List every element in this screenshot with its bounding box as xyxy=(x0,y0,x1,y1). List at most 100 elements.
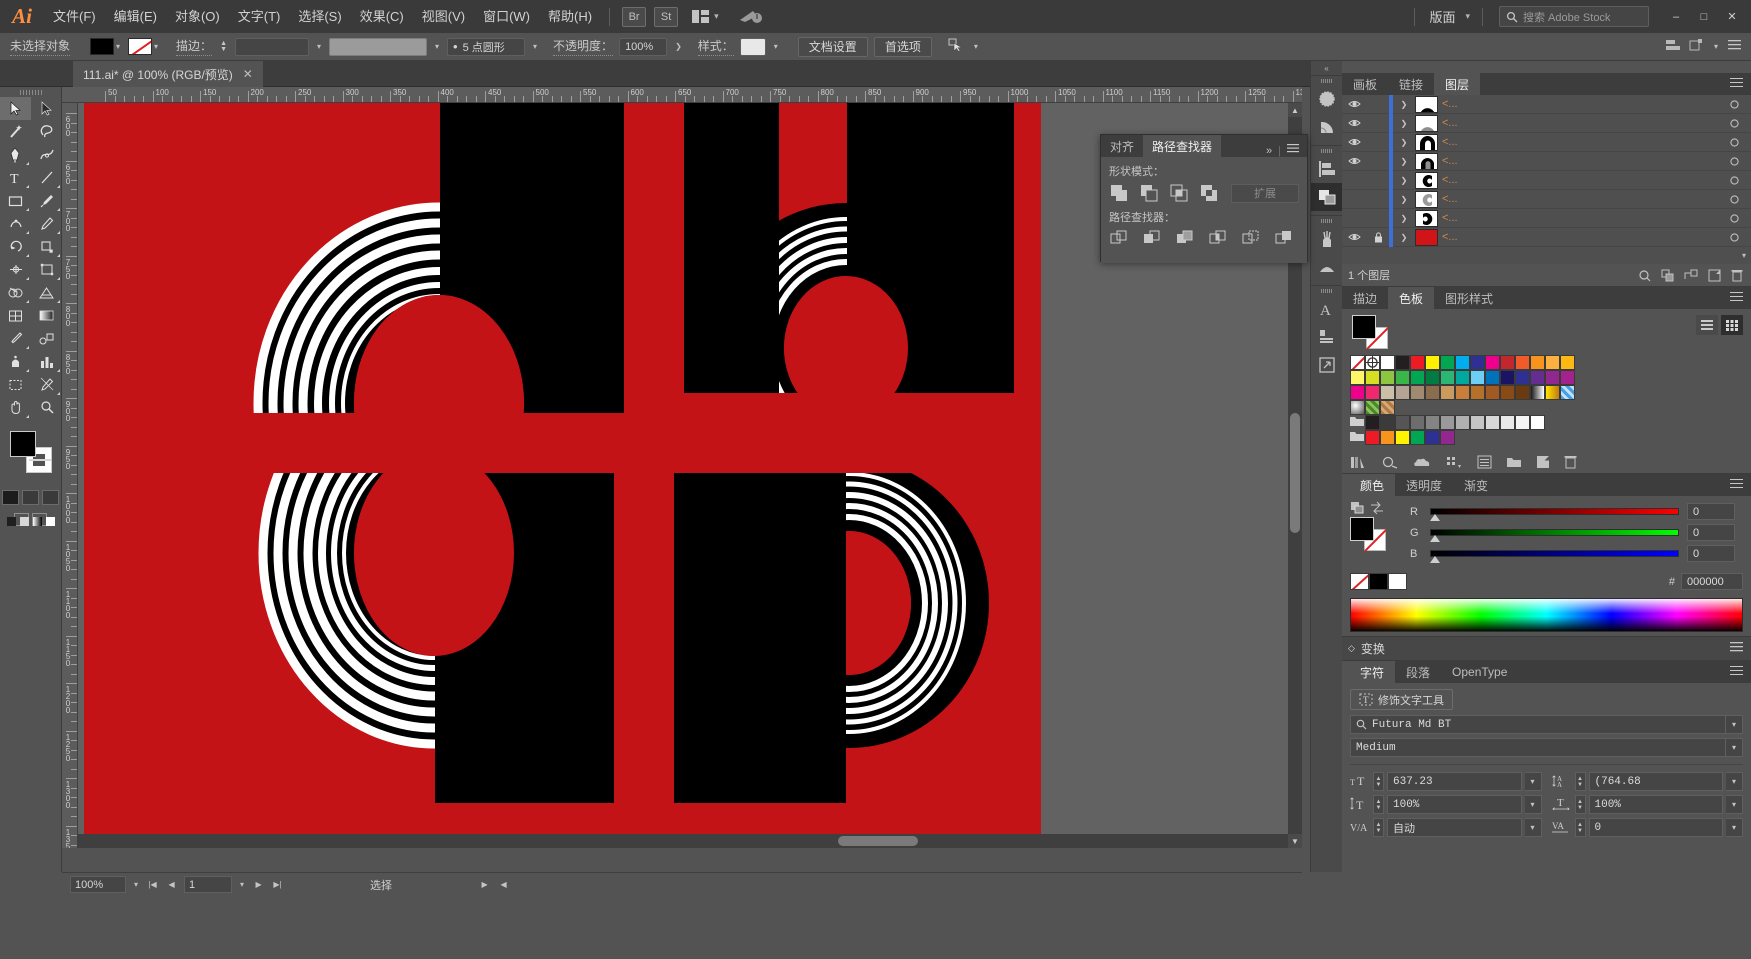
horizontal-ruler[interactable]: 50 100 150 200 250 300 350 400 450 500 550 600 650 70… xyxy=(62,87,1302,103)
show-kinds-icon[interactable] xyxy=(1446,455,1463,469)
slice-tool[interactable] xyxy=(31,373,62,396)
menu-help[interactable]: 帮助(H) xyxy=(539,0,601,33)
swatch-cell[interactable] xyxy=(1545,385,1560,400)
swatch-cell[interactable] xyxy=(1485,370,1500,385)
swatch-cell[interactable] xyxy=(1380,400,1395,415)
width-tool[interactable] xyxy=(0,258,31,281)
layer-name[interactable]: <... xyxy=(1442,231,1717,243)
layer-row[interactable]: ❯ <... xyxy=(1342,113,1751,133)
divide-button[interactable] xyxy=(1109,229,1129,249)
direct-selection-tool[interactable] xyxy=(31,97,62,120)
zoom-level-select[interactable]: 100% xyxy=(70,876,126,893)
swatch-cell[interactable] xyxy=(1440,370,1455,385)
swatch-cell[interactable] xyxy=(1365,385,1380,400)
menu-type[interactable]: 文字(T) xyxy=(229,0,290,33)
gradient-panel-icon[interactable] xyxy=(1311,253,1343,281)
vertical-scale-input[interactable]: 100% xyxy=(1387,795,1522,814)
exclude-button[interactable] xyxy=(1199,183,1219,203)
layers-panel-menu-icon[interactable] xyxy=(1730,78,1743,90)
swatch-cell[interactable] xyxy=(1500,415,1515,430)
tracking-chevron-down-icon[interactable]: ▾ xyxy=(1726,818,1743,837)
swatch-cell[interactable] xyxy=(1350,355,1365,370)
tab-swatches[interactable]: 色板 xyxy=(1388,287,1435,309)
layer-name[interactable]: <... xyxy=(1442,117,1717,129)
layers-scroll-down-arrow[interactable]: ▾ xyxy=(1342,247,1751,264)
workspace-chevron-down-icon[interactable]: ▾ xyxy=(1465,11,1470,22)
pathfinder-panel-menu-icon[interactable] xyxy=(1287,144,1299,157)
swatch-cell[interactable] xyxy=(1410,355,1425,370)
stock-search-input[interactable]: 搜索 Adobe Stock xyxy=(1499,6,1649,27)
menu-object[interactable]: 对象(O) xyxy=(166,0,229,33)
align-panel-icon[interactable] xyxy=(1665,39,1681,55)
vertical-scale-stepper[interactable]: ▲ ▼ xyxy=(1373,795,1384,814)
artboard-chevron-down-icon[interactable]: ▾ xyxy=(240,880,244,889)
paintbrush-tool[interactable] xyxy=(31,189,62,212)
eyedropper-tool[interactable] xyxy=(0,327,31,350)
tab-layers[interactable]: 图层 xyxy=(1434,73,1481,95)
cc-library-icon[interactable] xyxy=(1412,455,1432,469)
grid-view-icon[interactable] xyxy=(1721,315,1743,335)
channel-value-input[interactable]: 0 xyxy=(1687,524,1735,541)
layer-name[interactable]: <... xyxy=(1442,136,1717,148)
tab-stroke[interactable]: 描边 xyxy=(1342,287,1388,309)
none-swatch-icon[interactable] xyxy=(1350,573,1369,590)
layer-name[interactable]: <... xyxy=(1442,174,1717,186)
layer-expand-arrow[interactable]: ❯ xyxy=(1393,176,1415,185)
layer-expand-arrow[interactable]: ❯ xyxy=(1393,195,1415,204)
swatch-cell[interactable] xyxy=(1365,415,1380,430)
transform-panel-menu-icon[interactable] xyxy=(1730,641,1751,656)
draw-inside-mode[interactable] xyxy=(42,490,59,505)
tab-gradient[interactable]: 渐变 xyxy=(1453,474,1499,496)
crop-button[interactable] xyxy=(1208,229,1228,249)
font-style-chevron-down-icon[interactable]: ▾ xyxy=(1726,738,1743,757)
align-panel-icon[interactable] xyxy=(1311,155,1343,183)
dock-collapse-icon[interactable]: « xyxy=(1311,61,1342,75)
swatch-cell[interactable] xyxy=(1560,355,1575,370)
swatch-cell[interactable] xyxy=(1365,355,1380,370)
swatch-cell[interactable] xyxy=(1530,385,1545,400)
shape-builder-tool[interactable] xyxy=(0,281,31,304)
zoom-tool[interactable] xyxy=(31,396,62,419)
tools-panel-grip[interactable] xyxy=(0,87,61,97)
swatch-cell[interactable] xyxy=(1485,385,1500,400)
layer-target-indicator[interactable] xyxy=(1717,213,1751,223)
layer-target-indicator[interactable] xyxy=(1717,156,1751,166)
swap-fill-stroke-icon[interactable] xyxy=(1370,501,1384,514)
layer-expand-arrow[interactable]: ❯ xyxy=(1393,157,1415,166)
maximize-button[interactable]: □ xyxy=(1691,6,1717,28)
intersect-button[interactable] xyxy=(1169,183,1189,203)
minus-front-button[interactable] xyxy=(1139,183,1159,203)
font-size-input[interactable]: 637.23 xyxy=(1387,772,1522,791)
control-bar-chevron-down-icon[interactable]: ▾ xyxy=(1714,42,1718,51)
vertical-scroll-thumb[interactable] xyxy=(1290,413,1300,533)
pathfinder-expand-icon[interactable]: » xyxy=(1266,145,1272,157)
swatch-cell[interactable] xyxy=(1395,415,1410,430)
swatch-cell[interactable] xyxy=(1440,415,1455,430)
layer-visibility-toggle[interactable] xyxy=(1342,137,1367,147)
swatch-cell[interactable] xyxy=(1380,430,1395,445)
layer-visibility-toggle[interactable] xyxy=(1342,156,1367,166)
tracking-stepper[interactable]: ▲ ▼ xyxy=(1574,818,1586,837)
tab-graphic-styles[interactable]: 图形样式 xyxy=(1434,287,1504,309)
swatch-cell[interactable] xyxy=(1500,385,1515,400)
pencil-tool[interactable] xyxy=(31,212,62,235)
swatch-cell[interactable] xyxy=(1425,430,1440,445)
opacity-input[interactable]: 100% xyxy=(619,37,668,56)
layer-expand-arrow[interactable]: ❯ xyxy=(1393,119,1415,128)
menu-view[interactable]: 视图(V) xyxy=(413,0,474,33)
swatch-cell[interactable] xyxy=(1380,385,1395,400)
arrange-chevron-down-icon[interactable]: ▾ xyxy=(714,11,719,22)
color-link-icon[interactable] xyxy=(1382,455,1398,469)
none-icon[interactable] xyxy=(45,517,55,526)
kerning-input[interactable]: 自动 xyxy=(1387,818,1522,837)
font-size-chevron-down-icon[interactable]: ▾ xyxy=(1524,772,1542,791)
swatch-cell[interactable] xyxy=(1545,370,1560,385)
scale-tool[interactable] xyxy=(31,235,62,258)
gradient-icon[interactable] xyxy=(32,517,42,526)
swatch-cell[interactable] xyxy=(1515,385,1530,400)
tab-transparency[interactable]: 透明度 xyxy=(1395,474,1453,496)
swatch-cell[interactable] xyxy=(1455,355,1470,370)
swatch-cell[interactable] xyxy=(1350,430,1365,445)
fill-chevron-down-icon[interactable]: ▾ xyxy=(116,42,120,51)
cloud-sync-icon[interactable] xyxy=(737,7,763,27)
